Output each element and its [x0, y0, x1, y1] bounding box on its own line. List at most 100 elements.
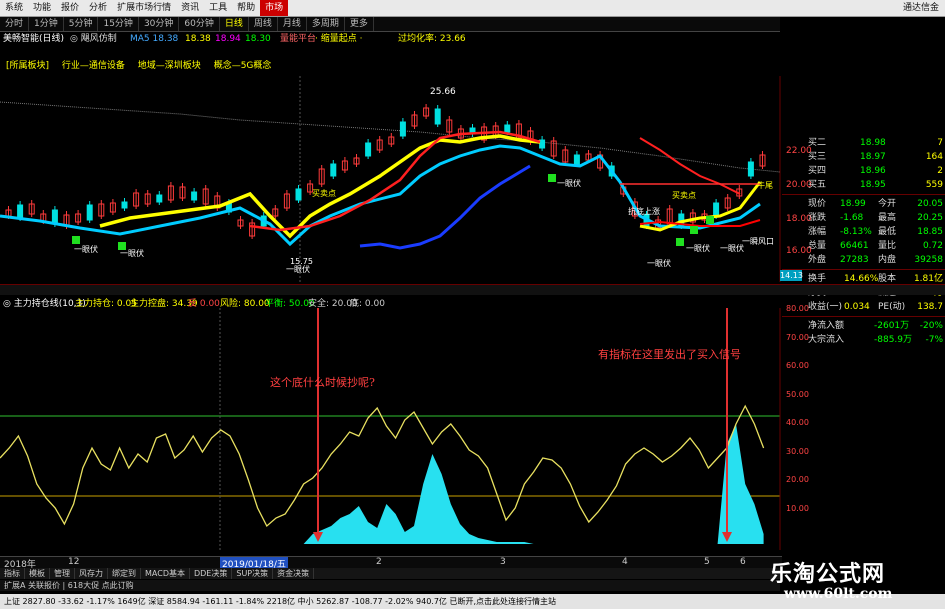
- buy-point-label-1: 买卖点: [312, 189, 336, 198]
- indicator-tab[interactable]: 绑定到: [108, 568, 141, 579]
- stat-label: 涨幅: [808, 227, 827, 237]
- quote-row: 现价 18.99 今开 20.05: [782, 197, 945, 211]
- buy-signal-marker: [548, 174, 556, 182]
- period-tab[interactable]: 5分钟: [64, 17, 99, 31]
- quote-volume: 7: [937, 138, 943, 148]
- watermark-title: 乐淘公式网: [770, 561, 886, 587]
- period-tab[interactable]: 日线: [220, 17, 249, 31]
- indicator-header: 美畅智能(日线) ◎ 飓风仿制 MA5 18.38 18.38 18.94 18…: [0, 32, 780, 46]
- stat-label: 量比: [878, 241, 897, 251]
- stat-value: 138.7: [917, 302, 943, 312]
- app-title: 通达信金: [902, 3, 939, 13]
- date-axis: 2018年 12 2019/01/18/五 2 3 4 5 6: [0, 556, 782, 570]
- stat-label: 内盘: [878, 255, 897, 265]
- last-label: 牛尾: [757, 180, 773, 190]
- sub-axis-tick: 20.00: [786, 475, 809, 484]
- date-tick: 5: [704, 557, 710, 567]
- sub-axis-tick: 70.00: [786, 332, 809, 342]
- period-tab[interactable]: 多周期: [307, 17, 345, 31]
- stat-value: -1.68: [840, 213, 864, 223]
- signal-label-4: 一眼伏: [557, 178, 581, 188]
- kangdi-label: 抗底上涨: [628, 206, 660, 216]
- sub-axis-tick: 50.00: [786, 389, 809, 399]
- indicator-tab[interactable]: SUP决策: [232, 568, 274, 579]
- menu-item[interactable]: 工具: [204, 0, 232, 16]
- stat-label: 最低: [878, 227, 897, 237]
- sub-axis-tick: 60.00: [786, 361, 809, 370]
- stat-label: 最高: [878, 213, 897, 223]
- quote-row: 买五 18.95 559: [782, 178, 945, 192]
- period-tab[interactable]: 周线: [249, 17, 278, 31]
- sub-axis-tick: 40.00: [786, 418, 809, 427]
- menu-item[interactable]: 市场: [260, 0, 289, 16]
- question-annotation: 这个底什么时候抄呢?: [270, 375, 375, 389]
- quote-price: 18.97: [860, 152, 886, 162]
- menu-item[interactable]: 资讯: [176, 0, 204, 16]
- stat-label: 今开: [878, 199, 897, 209]
- sector-2[interactable]: 地域—深圳板块: [138, 58, 201, 74]
- quote-row: 总量 66461 量比 0.72: [782, 239, 945, 253]
- menu-item[interactable]: 功能: [28, 0, 56, 16]
- stat-value: 39258: [914, 255, 943, 265]
- stock-name: 美畅智能(日线): [3, 34, 65, 44]
- period-tab[interactable]: 30分钟: [139, 17, 180, 31]
- stat-label: 外盘: [808, 255, 827, 265]
- period-tab[interactable]: 分时: [0, 17, 30, 31]
- signal-label-6: 一眼伏: [686, 243, 710, 253]
- quote-volume: 559: [925, 180, 943, 190]
- stat-value: 66461: [840, 241, 869, 251]
- sub-indicator-header: ◎ 主力持仓线(10,3) 主力持仓: 0.05 主力控盘: 34.39 反 0…: [0, 296, 780, 309]
- quote-label: 买三: [808, 152, 827, 162]
- stat-value: 18.99: [840, 199, 866, 209]
- main-force-indicator-chart[interactable]: 80.0070.0060.0050.0040.0030.0020.0010.00…: [0, 308, 782, 550]
- menu-item[interactable]: 系统: [0, 0, 28, 16]
- indicator-tab[interactable]: 指标: [0, 568, 25, 579]
- flow-pct: -7%: [925, 335, 943, 345]
- peak-price-label: 25.66: [430, 87, 456, 97]
- indicator-tabs: 指标 模板 管理 风存力 绑定到 MACD基本 DDE决策 SUP决策 资金决策: [0, 568, 780, 579]
- watermark: 乐淘公式网 www.60lt.com: [740, 548, 945, 608]
- period-tab[interactable]: 60分钟: [179, 17, 220, 31]
- ma-value-2: 18.38: [185, 34, 211, 44]
- stat-value: 18.85: [917, 227, 943, 237]
- period-tab[interactable]: 15分钟: [98, 17, 139, 31]
- stat-label: PE(动): [878, 302, 906, 312]
- quote-label: 买五: [808, 180, 827, 190]
- quote-row: 外盘 27283 内盘 39258: [782, 253, 945, 267]
- flow-pct: -20%: [919, 321, 943, 331]
- signal-label-3: 一眼伏: [286, 264, 310, 274]
- stat-value: 27283: [840, 255, 869, 265]
- extension-text[interactable]: 扩展A 关联报价 | 618大促 点此订购: [4, 580, 134, 591]
- indicator-tab[interactable]: 资金决策: [273, 568, 315, 579]
- plugin-name[interactable]: ◎ 飓风仿制: [70, 32, 123, 46]
- sector-3[interactable]: 概念—5G概念: [214, 58, 272, 74]
- extension-bar: 扩展A 关联报价 | 618大促 点此订购: [0, 580, 780, 591]
- sector-1[interactable]: 行业—通信设备: [62, 58, 125, 74]
- indicator-tab[interactable]: MACD基本: [141, 568, 190, 579]
- quote-row: 买三 18.97 164: [782, 150, 945, 164]
- shrink-start-label: · 缩量起点 ·: [315, 34, 363, 44]
- indicator-tab[interactable]: 模板: [25, 568, 50, 579]
- indicator-tab[interactable]: 管理: [50, 568, 75, 579]
- indicator-tab[interactable]: DDE决策: [190, 568, 233, 579]
- sector-0[interactable]: [所属板块]: [6, 58, 49, 74]
- quote-volume: 164: [925, 152, 943, 162]
- period-tab[interactable]: 1分钟: [29, 17, 64, 31]
- sub-axis-tick: 10.00: [786, 503, 809, 513]
- quote-row: 涨幅 -8.13% 最低 18.85: [782, 225, 945, 239]
- menu-item[interactable]: 扩展市场行情: [112, 0, 176, 16]
- stat-value: 0.034: [844, 302, 870, 312]
- quote-label: 买二: [808, 138, 827, 148]
- kline-chart[interactable]: 25.66 15.75 一眼伏 一眼伏 一眼伏 一眼伏 一眼伏 一眼伏 一眼伏 …: [0, 76, 782, 282]
- stat-value: 0.72: [922, 241, 943, 251]
- period-tab[interactable]: 月线: [278, 17, 307, 31]
- menu-item[interactable]: 帮助: [232, 0, 260, 16]
- date-tick: 2: [376, 557, 382, 567]
- buy-signal-marker: [118, 242, 126, 250]
- indicator-tab[interactable]: 风存力: [75, 568, 108, 579]
- menu-item[interactable]: 报价: [56, 0, 84, 16]
- sub-axis-tick: 30.00: [786, 446, 809, 456]
- quote-price: 18.98: [860, 138, 886, 148]
- period-tab[interactable]: 更多: [345, 17, 374, 31]
- menu-item[interactable]: 分析: [84, 0, 112, 16]
